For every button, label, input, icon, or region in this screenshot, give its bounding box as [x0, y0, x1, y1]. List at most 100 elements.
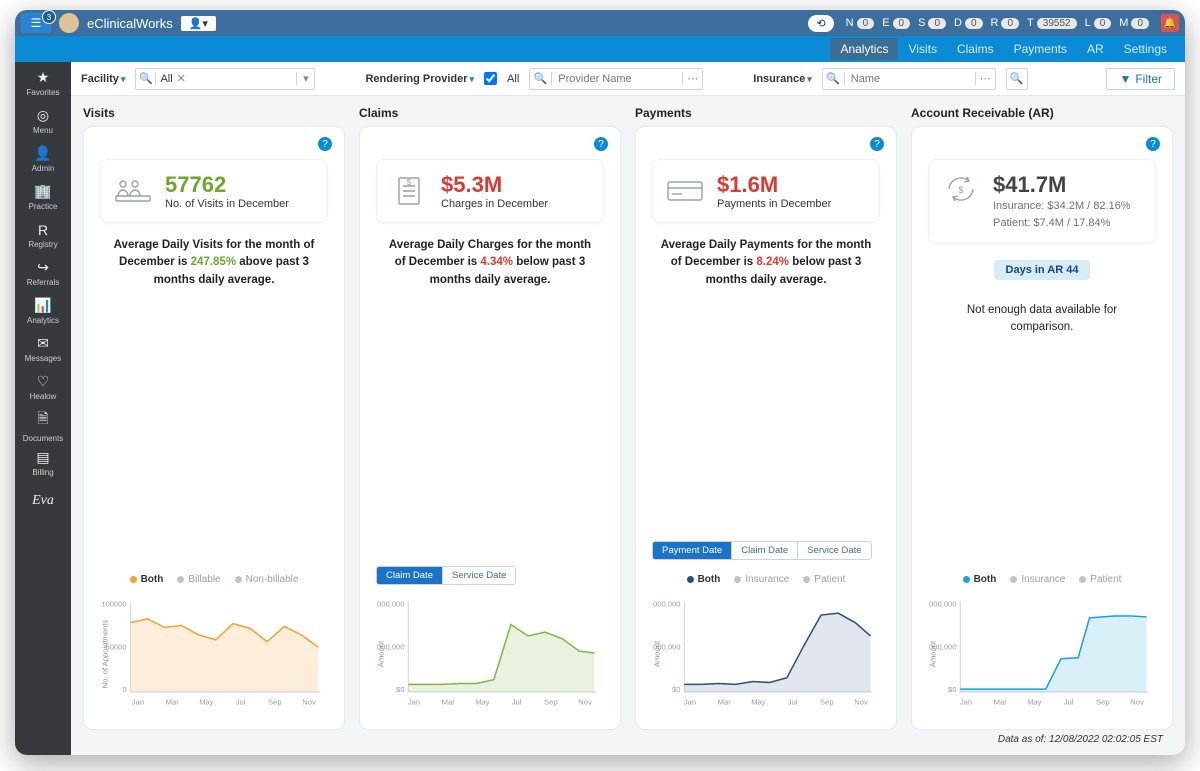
- provider-all-checkbox[interactable]: [484, 72, 497, 85]
- svg-text:$5,000,000: $5,000,000: [652, 642, 681, 651]
- navtab-settings[interactable]: Settings: [1114, 38, 1177, 60]
- tab-service-date[interactable]: Service Date: [443, 567, 515, 584]
- sidebar-analytics[interactable]: 📊Analytics: [15, 292, 71, 330]
- svg-text:May: May: [199, 697, 214, 706]
- alert-bell-icon[interactable]: 🔔: [1161, 14, 1179, 32]
- payments-card: ? $1.6M Payments in December: [635, 126, 897, 730]
- tab-service-date[interactable]: Service Date: [798, 542, 870, 559]
- navtab-claims[interactable]: Claims: [947, 38, 1004, 60]
- clear-chip-icon[interactable]: ✕: [177, 72, 186, 85]
- visits-column: Visits ? 57762 No. of Visits in December: [83, 106, 345, 730]
- legend-insurance[interactable]: Insurance: [1010, 574, 1065, 585]
- legend-both[interactable]: Both: [963, 574, 997, 585]
- more-icon[interactable]: ⋯: [975, 72, 995, 85]
- notif-S[interactable]: S0: [918, 17, 946, 29]
- payments-kpi: $1.6M Payments in December: [652, 159, 880, 223]
- svg-text:$10,000,000: $10,000,000: [652, 600, 681, 609]
- filter-icon: ▼: [1119, 72, 1131, 86]
- sidebar-practice[interactable]: 🏢Practice: [15, 178, 71, 216]
- svg-text:$0: $0: [396, 685, 404, 694]
- ar-insurance-line: Insurance: $34.2M / 82.16%: [993, 198, 1131, 215]
- legend-both[interactable]: Both: [130, 574, 164, 585]
- menu-toggle-button[interactable]: ☰: [21, 13, 51, 33]
- sidebar-eva[interactable]: Eva: [15, 482, 71, 520]
- sidebar-favorites[interactable]: ★Favorites: [15, 64, 71, 102]
- svg-text:Sep: Sep: [544, 697, 558, 706]
- facility-label[interactable]: Facility: [81, 73, 125, 85]
- search-button[interactable]: 🔍: [1006, 68, 1028, 90]
- tab-payment-date[interactable]: Payment Date: [653, 542, 732, 559]
- navtab-ar[interactable]: AR: [1077, 38, 1114, 60]
- chevron-down-icon[interactable]: ▾: [296, 72, 314, 85]
- svg-text:Nov: Nov: [1130, 697, 1144, 706]
- sidebar-registry[interactable]: RRegistry: [15, 216, 71, 254]
- notif-R[interactable]: R0: [991, 17, 1020, 29]
- sidebar-billing[interactable]: ▤Billing: [15, 444, 71, 482]
- sidebar-messages[interactable]: ✉Messages: [15, 330, 71, 368]
- legend-billable[interactable]: Billable: [177, 574, 220, 585]
- legend-patient[interactable]: Patient: [803, 574, 845, 585]
- referrals-icon: ↪: [37, 259, 49, 276]
- svg-text:Mar: Mar: [718, 697, 732, 706]
- legend-patient[interactable]: Patient: [1079, 574, 1121, 585]
- credit-card-icon: [665, 174, 705, 208]
- sidebar-admin[interactable]: 👤Admin: [15, 140, 71, 178]
- legend-insurance[interactable]: Insurance: [734, 574, 789, 585]
- titlebar: ☰ eClinicalWorks 👤▾ ⟲ N0E0S0D0R0T39552L0…: [15, 10, 1185, 36]
- messages-icon: ✉: [37, 335, 49, 352]
- payments-sub: Payments in December: [717, 198, 831, 210]
- notif-L[interactable]: L0: [1085, 17, 1112, 29]
- svg-text:Jul: Jul: [1064, 697, 1074, 706]
- sidebar-healow[interactable]: ♡Healow: [15, 368, 71, 406]
- sidebar-documents[interactable]: 🗎Documents: [15, 406, 71, 444]
- notif-N[interactable]: N0: [846, 17, 875, 29]
- visits-chart: No. of Appointments 100000 50000 0 JanMa…: [100, 589, 328, 719]
- insurance-name-field[interactable]: [845, 69, 975, 89]
- days-in-ar-pill: Days in AR 44: [994, 260, 1091, 280]
- insurance-label[interactable]: Insurance: [753, 73, 812, 85]
- more-icon[interactable]: ⋯: [682, 72, 702, 85]
- svg-text:Nov: Nov: [302, 697, 316, 706]
- visits-avg-text: Average Daily Visits for the month of De…: [100, 237, 328, 289]
- legend-nonbillable[interactable]: Non-billable: [235, 574, 299, 585]
- provider-name-field[interactable]: [552, 69, 682, 89]
- insurance-input[interactable]: 🔍 ⋯: [822, 68, 996, 90]
- svg-text:Jul: Jul: [512, 697, 522, 706]
- help-icon[interactable]: ?: [318, 137, 332, 151]
- svg-text:0: 0: [122, 685, 126, 694]
- facility-chip: All: [160, 73, 172, 85]
- billing-icon: ▤: [36, 449, 49, 466]
- avatar[interactable]: [59, 13, 79, 33]
- notif-T[interactable]: T39552: [1027, 17, 1077, 29]
- sidebar-menu[interactable]: ◎Menu: [15, 102, 71, 140]
- tab-claim-date[interactable]: Claim Date: [377, 567, 443, 584]
- svg-text:$0: $0: [672, 685, 680, 694]
- payments-legend: Both Insurance Patient: [652, 566, 880, 585]
- favorites-icon: ★: [37, 69, 50, 86]
- provider-input[interactable]: 🔍 ⋯: [529, 68, 703, 90]
- notif-M[interactable]: M0: [1119, 17, 1149, 29]
- notif-D[interactable]: D0: [954, 17, 983, 29]
- claims-kpi: $ $5.3M Charges in December: [376, 159, 604, 223]
- navtab-payments[interactable]: Payments: [1004, 38, 1077, 60]
- practice-icon: 🏢: [34, 183, 51, 200]
- claims-avg-text: Average Daily Charges for the month of D…: [376, 237, 604, 289]
- svg-text:Jan: Jan: [684, 697, 696, 706]
- filter-button[interactable]: ▼ Filter: [1106, 68, 1175, 90]
- sync-button[interactable]: ⟲: [808, 15, 833, 32]
- notif-strip: N0 E0 S0 D0 R0 T39552 L0 M0: [846, 17, 1149, 29]
- sidebar-referrals[interactable]: ↪Referrals: [15, 254, 71, 292]
- help-icon[interactable]: ?: [870, 137, 884, 151]
- visits-legend: Both Billable Non-billable: [100, 566, 328, 585]
- facility-input[interactable]: 🔍 All ✕ ▾: [135, 68, 315, 90]
- notif-E[interactable]: E0: [882, 17, 910, 29]
- navtab-analytics[interactable]: Analytics: [830, 38, 898, 60]
- legend-both[interactable]: Both: [687, 574, 721, 585]
- navtab-visits[interactable]: Visits: [898, 38, 946, 60]
- help-icon[interactable]: ?: [1146, 137, 1160, 151]
- tab-claim-date[interactable]: Claim Date: [732, 542, 798, 559]
- filter-bar: Facility 🔍 All ✕ ▾ Rendering Provider Al…: [71, 62, 1185, 96]
- user-dropdown[interactable]: 👤▾: [181, 16, 216, 31]
- help-icon[interactable]: ?: [594, 137, 608, 151]
- provider-label[interactable]: Rendering Provider: [365, 73, 474, 85]
